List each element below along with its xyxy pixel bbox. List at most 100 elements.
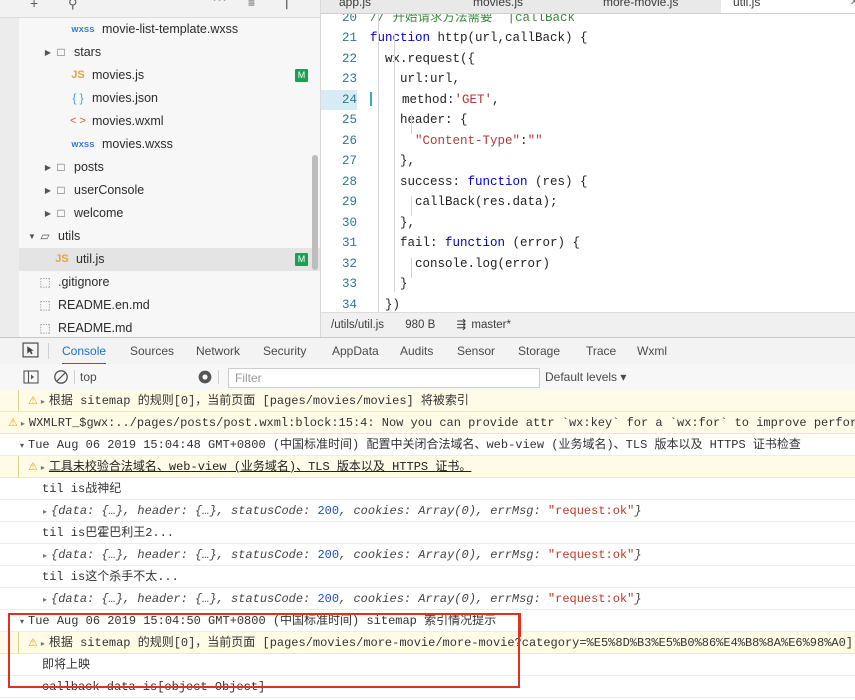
expand-arrow-icon[interactable]: ▸ (41, 640, 45, 649)
more-icon[interactable]: ⋯ (212, 0, 227, 7)
editor-tab-more-movie-js[interactable]: more-movie.js (591, 0, 690, 13)
file-tree-item-movies-json[interactable]: { } movies.json (19, 87, 320, 110)
tree-twisty-icon[interactable]: ▼ (27, 225, 37, 248)
top-region: + ⚲ ⋯ ≡ ⎡ WXSS movie-list-template.wxss ▶ □… (0, 0, 855, 337)
devtools-tab-storage[interactable]: Storage (518, 338, 560, 363)
expand-arrow-icon[interactable]: ▸ (43, 596, 47, 605)
console-message-text: 200 (317, 504, 340, 518)
console-object-row: ▸ {data: {…}, header: {…}, statusCode: 20… (0, 500, 855, 522)
file-tree-item-movies-wxss[interactable]: WXSS movies.wxss (19, 133, 320, 156)
execution-context-selector[interactable]: top (80, 364, 97, 390)
status-branch: master* (471, 319, 511, 331)
sort-icon[interactable]: ≡ (248, 0, 255, 10)
editor-tab-movies-js[interactable]: movies.js (461, 0, 535, 13)
file-tree-scrollbar[interactable] (312, 155, 318, 270)
tree-twisty-icon[interactable]: ▶ (43, 202, 53, 225)
file-tree-item-movies-js[interactable]: JS movies.js M (19, 64, 320, 87)
expand-arrow-icon[interactable]: ▸ (43, 508, 47, 517)
clear-console-icon[interactable] (53, 369, 69, 385)
editor-tab-label: app.js (339, 0, 372, 9)
console-log-row: 即将上映 (0, 654, 855, 676)
editor-tab-bar[interactable]: app.js movies.js more-movie.js util.js ✕ (321, 0, 855, 14)
console-sidebar-icon[interactable] (23, 369, 39, 385)
expand-arrow-icon[interactable]: ▸ (21, 420, 25, 429)
file-tree-item-label: README.en.md (58, 298, 150, 312)
close-icon[interactable]: ✕ (850, 0, 855, 13)
devtools-tab-network[interactable]: Network (196, 338, 240, 363)
js-icon: JS (55, 253, 69, 266)
file-tree-item-readme-md[interactable]: ⬚ README.md (19, 317, 320, 337)
console-message-text: "request:ok" (547, 592, 635, 606)
live-expression-icon[interactable] (197, 369, 213, 385)
filter-input[interactable]: Filter (228, 368, 540, 388)
line-number: 20 (341, 14, 357, 25)
code-area[interactable]: 20 // 开始请求方法需要 `|callBack 21 function http(… (321, 14, 855, 312)
code-line: 27 }, (321, 151, 855, 172)
file-tree-item--gitignore[interactable]: ⬚ .gitignore (19, 271, 320, 294)
add-icon[interactable]: + (30, 0, 38, 10)
group-collapse-icon[interactable]: ▾ (20, 618, 24, 627)
code-token: }, (370, 215, 416, 230)
file-tree-item-userconsole[interactable]: ▶ □ userConsole (19, 179, 320, 202)
devtools-tab-console[interactable]: Console (62, 338, 107, 365)
file-tree-item-util-js[interactable]: JS util.js M (19, 248, 320, 271)
code-token: success: (370, 174, 468, 189)
tree-twisty-icon[interactable]: ▶ (43, 156, 53, 179)
file-tree-item-stars[interactable]: ▶ □ stars (19, 41, 320, 64)
expand-arrow-icon[interactable]: ▸ (43, 552, 47, 561)
inspect-element-icon[interactable] (22, 342, 39, 359)
file-tree-item-label: userConsole (74, 183, 145, 197)
console-output[interactable]: ⚠ ▸ 根据 sitemap 的规则[0]，当前页面 [pages/movies/m… (0, 390, 855, 700)
warn-indent-bar (18, 632, 19, 653)
code-line: 24 method:'GET', (321, 89, 855, 110)
line-number: 25 (341, 113, 357, 127)
console-log-row: callback data is[object Object] (0, 676, 855, 698)
file-tree-item-posts[interactable]: ▶ □ posts (19, 156, 320, 179)
expand-arrow-icon[interactable]: ▸ (41, 398, 45, 407)
indent-guide (378, 14, 379, 312)
group-collapse-icon[interactable]: ▾ (20, 442, 24, 451)
file-tree-item-welcome[interactable]: ▶ □ welcome (19, 202, 320, 225)
code-line: 25 header: { (321, 110, 855, 131)
code-line: 20 // 开始请求方法需要 `|callBack (321, 14, 855, 28)
indent-guide (411, 258, 412, 278)
file-tree-item-label: movie-list-template.wxss (102, 22, 239, 36)
tree-twisty-icon[interactable]: ▶ (43, 41, 53, 64)
file-tree-item-label: stars (74, 45, 102, 59)
warning-triangle-icon: ⚠ (28, 462, 38, 474)
devtools-tab-audits[interactable]: Audits (400, 338, 433, 363)
file-tree-item-readme-en-md[interactable]: ⬚ README.en.md (19, 294, 320, 317)
devtools-tab-bar[interactable]: Console Sources Network Security AppData Audi… (0, 338, 855, 365)
file-tree[interactable]: WXSS movie-list-template.wxss ▶ □ stars JS mov… (19, 18, 320, 337)
code-token: wx.request({ (370, 51, 476, 66)
file-icon: ⬚ (39, 298, 51, 313)
console-message-text: , cookies: Array(0), errMsg: (339, 548, 548, 562)
devtools-tab-sensor[interactable]: Sensor (457, 338, 495, 363)
devtools-tab-wxml[interactable]: Wxml (637, 338, 667, 363)
line-number: 31 (341, 236, 357, 250)
editor-tab-util-js[interactable]: util.js ✕ (721, 0, 855, 13)
tree-twisty-icon[interactable]: ▶ (43, 179, 53, 202)
file-tree-item-utils[interactable]: ▼ ▱ utils (19, 225, 320, 248)
expand-arrow-icon[interactable]: ▸ (41, 464, 45, 473)
code-token: , (492, 92, 500, 107)
filter-divider (218, 370, 219, 384)
console-message-text: 工具未校验合法域名、web-view (业务域名)、TLS 版本以及 HTTPS… (48, 460, 472, 474)
devtools-tab-appdata[interactable]: AppData (332, 338, 379, 363)
file-tree-item-label: .gitignore (58, 275, 110, 289)
console-message-text: {data: {…}, header: {…}, statusCode: (51, 592, 318, 606)
search-icon[interactable]: ⚲ (68, 0, 78, 11)
editor-tab-app-js[interactable]: app.js (327, 0, 383, 13)
line-number: 30 (341, 215, 357, 230)
warn-indent-bar (18, 390, 19, 411)
devtools-tab-security[interactable]: Security (263, 338, 306, 363)
console-message-text: "request:ok" (547, 548, 635, 562)
devtools-tab-sources[interactable]: Sources (130, 338, 174, 363)
devtools-tab-trace[interactable]: Trace (586, 338, 616, 363)
file-tree-item-label: welcome (74, 206, 124, 220)
log-levels-dropdown[interactable]: Default levels ▾ (545, 364, 626, 390)
code-line: 29 callBack(res.data); (321, 192, 855, 213)
collapse-icon[interactable]: ⎡ (285, 0, 292, 9)
file-tree-item-movies-wxml[interactable]: < > movies.wxml (19, 110, 320, 133)
file-tree-item-movie-list-template-wxss[interactable]: WXSS movie-list-template.wxss (19, 18, 320, 41)
